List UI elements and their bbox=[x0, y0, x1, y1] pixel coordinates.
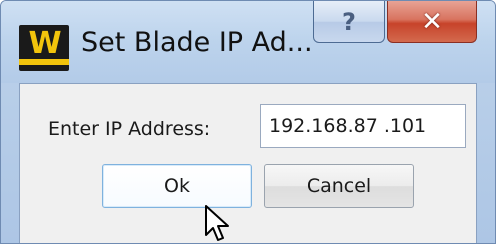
ip-address-input[interactable]: 192.168.87 .101 bbox=[260, 104, 466, 148]
w-logo-icon: W bbox=[19, 25, 69, 71]
ip-address-label: Enter IP Address: bbox=[48, 118, 211, 140]
help-button[interactable]: ? bbox=[313, 1, 385, 43]
title-bar[interactable]: W Set Blade IP Ad... ? ✕ bbox=[1, 1, 495, 83]
close-icon: ✕ bbox=[421, 6, 443, 37]
dialog-body: Enter IP Address: 192.168.87 .101 Ok Can… bbox=[19, 83, 477, 243]
close-button[interactable]: ✕ bbox=[387, 1, 477, 43]
question-mark-icon: ? bbox=[342, 7, 356, 36]
mouse-pointer-icon bbox=[205, 205, 229, 241]
cancel-button[interactable]: Cancel bbox=[264, 164, 414, 208]
dialog-window: W Set Blade IP Ad... ? ✕ Enter IP Addres… bbox=[0, 0, 496, 244]
ok-button[interactable]: Ok bbox=[102, 164, 252, 208]
window-title: Set Blade IP Ad... bbox=[81, 27, 313, 58]
